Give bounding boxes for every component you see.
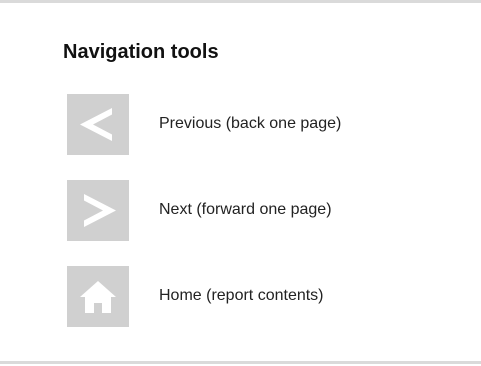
bottom-divider — [0, 361, 481, 364]
nav-item-previous[interactable]: Previous (back one page) — [67, 94, 467, 155]
nav-item-home[interactable]: Home (report contents) — [67, 266, 467, 327]
top-divider — [0, 0, 481, 3]
home-icon — [80, 281, 116, 313]
nav-label-next: Next (forward one page) — [159, 201, 332, 218]
chevron-right-icon — [84, 194, 116, 227]
previous-button[interactable] — [67, 94, 129, 155]
chevron-left-icon — [80, 108, 112, 141]
nav-label-home: Home (report contents) — [159, 287, 324, 304]
next-button[interactable] — [67, 180, 129, 241]
panel-title: Navigation tools — [63, 41, 219, 63]
home-button[interactable] — [67, 266, 129, 327]
nav-label-previous: Previous (back one page) — [159, 115, 342, 132]
nav-item-next[interactable]: Next (forward one page) — [67, 180, 467, 241]
